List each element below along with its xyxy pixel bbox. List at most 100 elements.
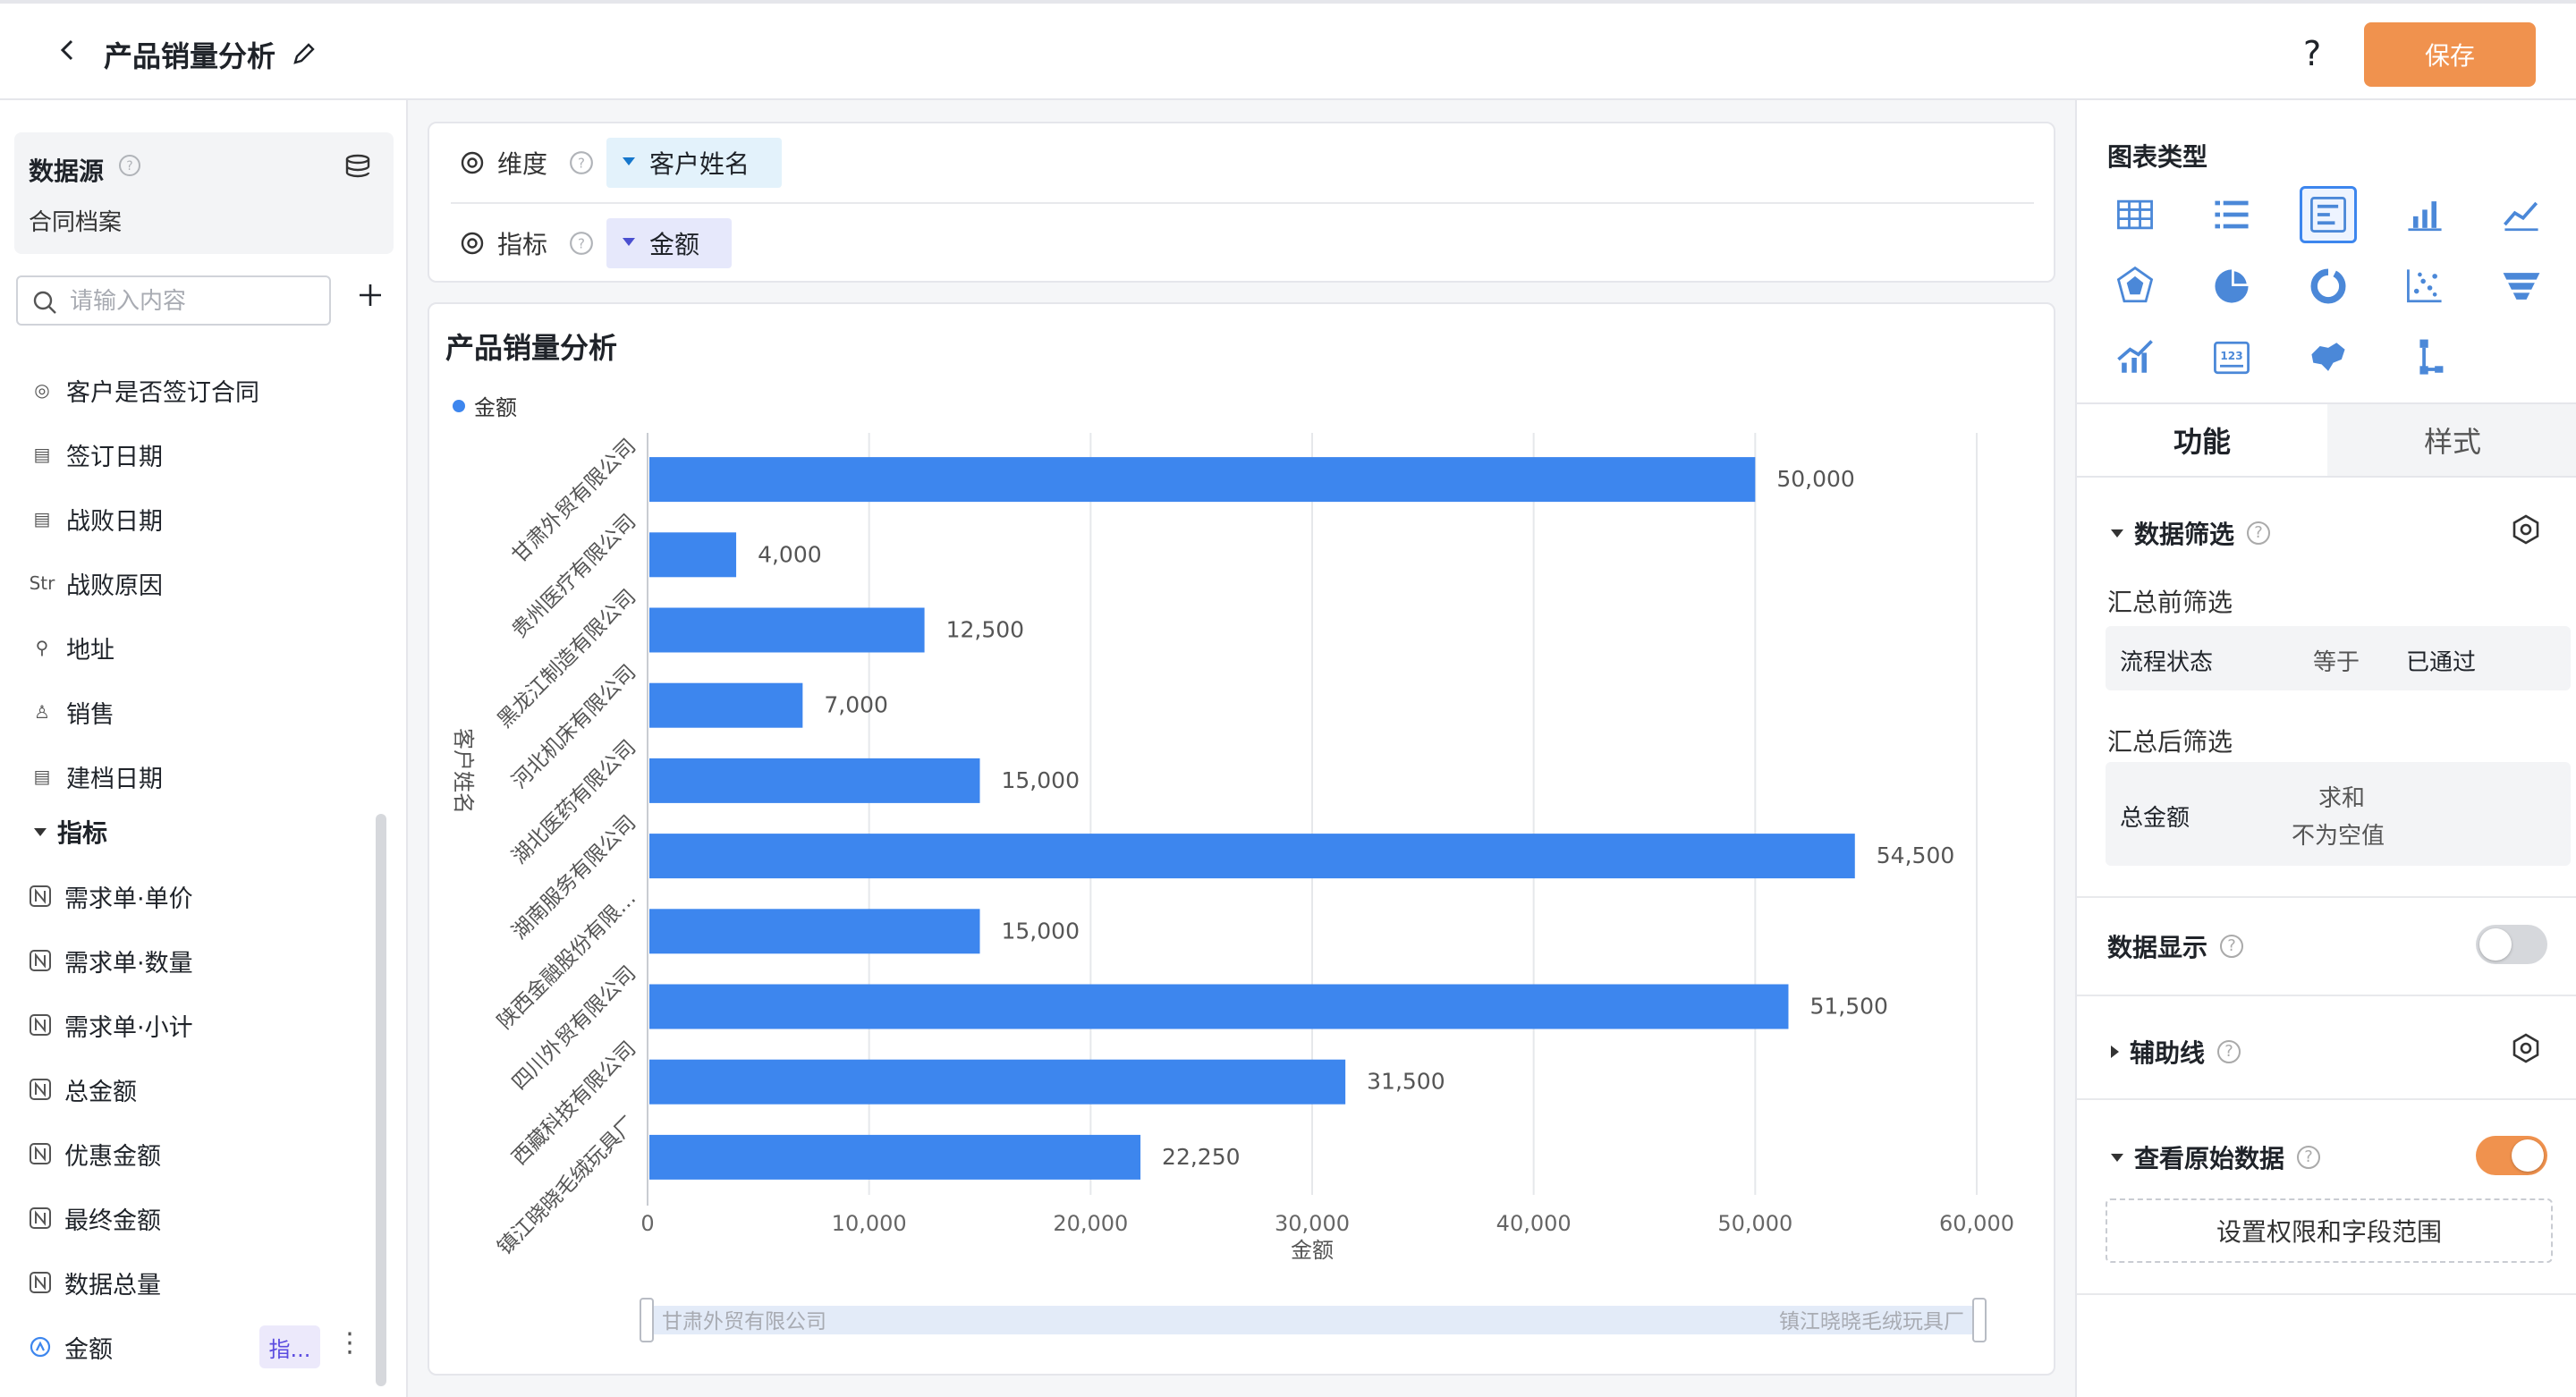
raw-data-toggle[interactable] <box>2476 1136 2547 1175</box>
help-icon[interactable]: ? <box>2303 34 2321 73</box>
bar-chart-icon[interactable] <box>2396 186 2453 243</box>
horizontal-bar-icon[interactable] <box>2300 186 2357 243</box>
sidebar-field-label: 建档日期 <box>66 765 163 793</box>
sidebar-field-item[interactable]: Str 战败原因 <box>29 563 163 603</box>
date-icon: ▤ <box>33 766 51 787</box>
sidebar-field-label: 战败原因 <box>66 572 163 600</box>
database-switch-icon[interactable] <box>343 152 372 181</box>
sidebar-metric-item[interactable]: 数据总量 <box>29 1263 161 1302</box>
sidebar-field-item[interactable]: ♙ 销售 <box>29 692 114 732</box>
sidebar-metric-item[interactable]: 总金额 <box>29 1070 137 1109</box>
formula-icon <box>30 1336 51 1358</box>
list-icon[interactable] <box>2203 186 2260 243</box>
metric-group-header[interactable]: 指标 <box>34 814 107 850</box>
sidebar-metric-item[interactable]: 最终金额 <box>29 1198 161 1238</box>
sidebar-field-label: 签订日期 <box>66 443 163 471</box>
date-icon: ▤ <box>33 444 51 465</box>
data-display-row: 数据显示 ? <box>2107 928 2244 964</box>
sidebar-metric-label: 最终金额 <box>64 1206 161 1235</box>
help-circle-icon[interactable]: ? <box>2220 935 2244 958</box>
pie-icon[interactable] <box>2203 258 2260 315</box>
x-tick-label: 20,000 <box>1053 1211 1128 1236</box>
bar <box>649 984 1789 1029</box>
number-card-icon[interactable]: 123 <box>2203 329 2260 386</box>
sidebar-scrollbar[interactable] <box>376 814 386 1386</box>
dimension-value: 客户姓名 <box>649 149 750 179</box>
sidebar-metric-item[interactable]: 金额 <box>29 1327 113 1367</box>
number-field-icon <box>30 1014 51 1036</box>
sidebar-metric-item[interactable]: 优惠金额 <box>29 1134 161 1173</box>
bar-value-label: 15,000 <box>1002 767 1080 793</box>
sidebar-metric-item[interactable]: 需求单·小计 <box>29 1005 193 1045</box>
sidebar-metric-item[interactable]: 需求单·单价 <box>29 876 193 916</box>
metric-value: 金额 <box>649 230 700 259</box>
dimension-pill[interactable]: 客户姓名 <box>606 138 783 188</box>
metric-tag[interactable]: 指... <box>259 1325 320 1368</box>
bar <box>649 457 1756 503</box>
edit-pencil-icon[interactable] <box>292 41 317 66</box>
help-circle-icon[interactable]: ? <box>118 154 141 177</box>
sidebar-field-item[interactable]: ⚲ 地址 <box>29 628 114 667</box>
combo-icon[interactable] <box>2106 329 2164 386</box>
user-icon: ♙ <box>34 701 50 723</box>
pre-filter-value: 已通过 <box>2406 649 2477 676</box>
settings-icon[interactable] <box>460 231 485 256</box>
zoom-end-label: 镇江晓晓毛绒玩具厂 <box>1779 1310 1964 1334</box>
metric-pill[interactable]: 金额 <box>606 218 733 268</box>
add-field-icon[interactable] <box>354 279 386 311</box>
sidebar-metric-item[interactable]: 需求单·数量 <box>29 941 193 980</box>
help-circle-icon[interactable]: ? <box>569 150 594 175</box>
number-field-icon <box>30 1143 51 1164</box>
panel-tabs: 功能 样式 <box>2077 402 2576 478</box>
bar <box>649 532 737 578</box>
bar-value-label: 15,000 <box>1002 918 1080 944</box>
scatter-icon[interactable] <box>2396 258 2453 315</box>
settings-icon[interactable] <box>460 150 485 175</box>
search-input[interactable] <box>70 284 320 318</box>
permission-button[interactable]: 设置权限和字段范围 <box>2106 1198 2553 1263</box>
line-chart-icon[interactable] <box>2493 186 2550 243</box>
raw-data-section[interactable]: 查看原始数据 ? <box>2111 1139 2321 1175</box>
post-filter-row[interactable]: 总金额 求和 不为空值 <box>2106 762 2571 866</box>
location-icon: ⚲ <box>35 637 49 658</box>
help-circle-icon[interactable]: ? <box>569 231 594 256</box>
tree-icon[interactable] <box>2396 329 2453 386</box>
bar-value-label: 22,250 <box>1162 1144 1240 1170</box>
data-filter-section[interactable]: 数据筛选 ? <box>2111 515 2271 551</box>
tab-style[interactable]: 样式 <box>2327 404 2576 476</box>
svg-text:?: ? <box>126 159 132 174</box>
bar <box>649 1134 1141 1180</box>
help-circle-icon[interactable]: ? <box>2217 1040 2241 1063</box>
sidebar-field-item[interactable]: ▤ 战败日期 <box>29 499 163 538</box>
radar-icon[interactable] <box>2106 258 2164 315</box>
aux-line-settings-icon[interactable] <box>2510 1032 2542 1064</box>
bar <box>649 607 925 653</box>
data-filter-label: 数据筛选 <box>2134 520 2235 549</box>
table-icon[interactable] <box>2106 186 2164 243</box>
bar-chart: 0 10,000 20,000 30,000 40,000 50,000 60,000 50,… <box>451 433 2014 1342</box>
zoom-handle-left <box>640 1298 654 1342</box>
sidebar-field-label: 地址 <box>66 636 114 665</box>
help-circle-icon[interactable]: ? <box>2297 1146 2321 1169</box>
toggle-knob <box>2512 1139 2544 1172</box>
field-search[interactable] <box>16 275 331 326</box>
filter-settings-icon[interactable] <box>2510 513 2542 546</box>
map-icon[interactable] <box>2300 329 2357 386</box>
y-tick-label: 陕西金融股份有限… <box>493 886 640 1034</box>
donut-icon[interactable] <box>2300 258 2357 315</box>
sidebar-field-item[interactable]: ▤ 签订日期 <box>29 435 163 474</box>
sidebar-field-item[interactable]: ▤ 建档日期 <box>29 757 163 796</box>
data-display-toggle[interactable] <box>2476 925 2547 964</box>
back-arrow-icon[interactable] <box>55 38 80 63</box>
more-options-icon[interactable]: ⋮ <box>336 1327 363 1359</box>
tab-function[interactable]: 功能 <box>2077 404 2327 476</box>
sidebar-field-item[interactable]: ◎ 客户是否签订合同 <box>29 370 259 410</box>
caret-right-icon <box>2111 1046 2119 1058</box>
datasource-card[interactable]: 数据源 ? 合同档案 <box>14 132 394 254</box>
help-circle-icon[interactable]: ? <box>2247 521 2271 545</box>
save-button[interactable]: 保存 <box>2364 22 2536 87</box>
aux-line-section[interactable]: 辅助线 ? <box>2111 1034 2241 1070</box>
pre-filter-row[interactable]: 流程状态 等于 已通过 <box>2106 626 2571 690</box>
funnel-icon[interactable] <box>2493 258 2550 315</box>
toggle-knob <box>2479 928 2512 961</box>
